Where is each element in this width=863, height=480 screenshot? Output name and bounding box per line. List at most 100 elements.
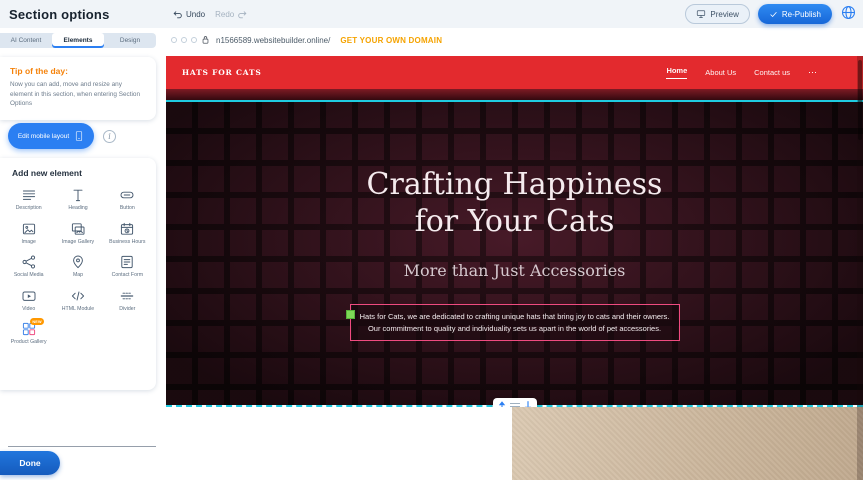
element-label: Image bbox=[21, 239, 35, 246]
window-dot-icon bbox=[171, 37, 177, 43]
lock-icon bbox=[201, 35, 210, 45]
republish-button[interactable]: Re-Publish bbox=[758, 4, 832, 24]
next-section bbox=[166, 407, 863, 480]
element-label: Divider bbox=[119, 306, 135, 313]
site-canvas: n1566589.websitebuilder.online/ GET YOUR… bbox=[166, 28, 863, 480]
topbar: Section options Undo Redo Preview Re-Pub… bbox=[0, 0, 863, 28]
redo-label: Redo bbox=[215, 10, 234, 19]
element-button[interactable]: Button bbox=[103, 187, 152, 212]
nav-contact-us[interactable]: Contact us bbox=[754, 68, 790, 77]
hero-section[interactable]: Crafting Happiness for Your Cats More th… bbox=[166, 102, 863, 405]
scrollbar-thumb[interactable] bbox=[858, 60, 862, 140]
element-label: Button bbox=[120, 205, 135, 212]
business-hours-icon bbox=[119, 221, 135, 237]
page-title: Section options bbox=[9, 7, 110, 22]
tab-ai-content[interactable]: AI Content bbox=[0, 33, 52, 48]
preview-label: Preview bbox=[710, 10, 738, 19]
redo-button[interactable]: Redo bbox=[215, 9, 248, 20]
description-icon bbox=[21, 187, 37, 203]
map-icon bbox=[70, 254, 86, 270]
nav-home[interactable]: Home bbox=[666, 66, 687, 79]
contact-form-icon bbox=[119, 254, 135, 270]
info-icon[interactable]: i bbox=[103, 130, 116, 143]
edit-mobile-row: Edit mobile layout i bbox=[8, 123, 116, 149]
check-icon bbox=[769, 10, 778, 19]
element-label: Business Hours bbox=[109, 239, 145, 246]
edit-mobile-layout-button[interactable]: Edit mobile layout bbox=[8, 123, 94, 149]
preview-button[interactable]: Preview bbox=[685, 4, 749, 24]
element-label: Image Gallery bbox=[62, 239, 94, 246]
element-label: HTML Module bbox=[62, 306, 94, 313]
element-contact-form[interactable]: Contact Form bbox=[103, 254, 152, 279]
tip-body: Now you can add, move and resize any ele… bbox=[10, 80, 146, 109]
undo-redo-group: Undo Redo bbox=[172, 0, 248, 28]
element-label: Map bbox=[73, 272, 83, 279]
browser-bar: n1566589.websitebuilder.online/ GET YOUR… bbox=[166, 28, 863, 52]
hero-heading[interactable]: Crafting Happiness for Your Cats bbox=[345, 166, 685, 241]
add-element-panel: Add new element Description Heading Butt… bbox=[0, 158, 156, 390]
element-image-gallery[interactable]: Image Gallery bbox=[53, 221, 102, 246]
site-url: n1566589.websitebuilder.online/ bbox=[216, 36, 330, 45]
header-bottom-strip bbox=[166, 89, 863, 100]
element-description[interactable]: Description bbox=[4, 187, 53, 212]
social-media-icon bbox=[21, 254, 37, 270]
nav-about-us[interactable]: About Us bbox=[705, 68, 736, 77]
site-logo[interactable]: Hats for Cats bbox=[182, 68, 262, 77]
element-label: Contact Form bbox=[112, 272, 143, 279]
monitor-icon bbox=[696, 9, 706, 19]
element-html-module[interactable]: HTML Module bbox=[53, 288, 102, 313]
heading-icon bbox=[70, 187, 86, 203]
hero-subheading[interactable]: More than Just Accessories bbox=[404, 261, 626, 280]
element-image[interactable]: Image bbox=[4, 221, 53, 246]
topbar-actions: Preview Re-Publish bbox=[685, 4, 857, 24]
sidebar-tabs: AI Content Elements Design bbox=[0, 33, 156, 48]
selection-handle[interactable] bbox=[346, 310, 355, 319]
element-label: Product Gallery bbox=[11, 339, 47, 346]
tip-of-the-day-card: Tip of the day: Now you can add, move an… bbox=[0, 57, 156, 120]
image-icon bbox=[21, 221, 37, 237]
hero-body-text: Hats for Cats, we are dedicated to craft… bbox=[360, 312, 670, 333]
element-map[interactable]: Map bbox=[53, 254, 102, 279]
hero-text-box[interactable]: Hats for Cats, we are dedicated to craft… bbox=[350, 304, 680, 341]
html-module-icon bbox=[70, 288, 86, 304]
phone-icon bbox=[74, 130, 84, 142]
get-own-domain-link[interactable]: GET YOUR OWN DOMAIN bbox=[340, 36, 442, 45]
undo-icon bbox=[172, 9, 183, 20]
globe-icon bbox=[840, 4, 857, 21]
undo-button[interactable]: Undo bbox=[172, 9, 205, 20]
site-nav: Home About Us Contact us ⋯ bbox=[666, 66, 817, 79]
new-badge: NEW bbox=[30, 318, 44, 325]
sidebar-divider bbox=[8, 446, 156, 447]
element-label: Social Media bbox=[14, 272, 44, 279]
element-video[interactable]: Video bbox=[4, 288, 53, 313]
tab-design[interactable]: Design bbox=[104, 33, 156, 48]
nav-more-icon[interactable]: ⋯ bbox=[808, 67, 817, 78]
undo-label: Undo bbox=[186, 10, 205, 19]
done-button[interactable]: Done bbox=[0, 451, 60, 475]
element-label: Heading bbox=[68, 205, 87, 212]
edit-mobile-label: Edit mobile layout bbox=[18, 133, 69, 140]
window-dot-icon bbox=[181, 37, 187, 43]
tip-title: Tip of the day: bbox=[10, 66, 146, 76]
language-globe-button[interactable] bbox=[840, 4, 857, 24]
tab-elements[interactable]: Elements bbox=[52, 33, 104, 48]
window-dot-icon bbox=[191, 37, 197, 43]
image-gallery-icon bbox=[70, 221, 86, 237]
site-preview: Hats for Cats Home About Us Contact us ⋯… bbox=[166, 56, 863, 480]
divider-icon bbox=[119, 288, 135, 304]
site-header[interactable]: Hats for Cats Home About Us Contact us ⋯ bbox=[166, 56, 863, 89]
element-social-media[interactable]: Social Media bbox=[4, 254, 53, 279]
element-business-hours[interactable]: Business Hours bbox=[103, 221, 152, 246]
element-label: Description bbox=[16, 205, 42, 212]
scrollbar-track[interactable] bbox=[857, 56, 863, 480]
element-grid: Description Heading Button Image Image G… bbox=[4, 187, 152, 346]
element-divider[interactable]: Divider bbox=[103, 288, 152, 313]
add-element-title: Add new element bbox=[12, 168, 152, 178]
redo-icon bbox=[237, 9, 248, 20]
sidebar: AI Content Elements Design Tip of the da… bbox=[0, 28, 166, 480]
video-icon bbox=[21, 288, 37, 304]
element-product-gallery[interactable]: NEW Product Gallery bbox=[4, 321, 53, 346]
element-label: Video bbox=[22, 306, 35, 313]
element-heading[interactable]: Heading bbox=[53, 187, 102, 212]
next-section-image[interactable] bbox=[512, 407, 863, 480]
